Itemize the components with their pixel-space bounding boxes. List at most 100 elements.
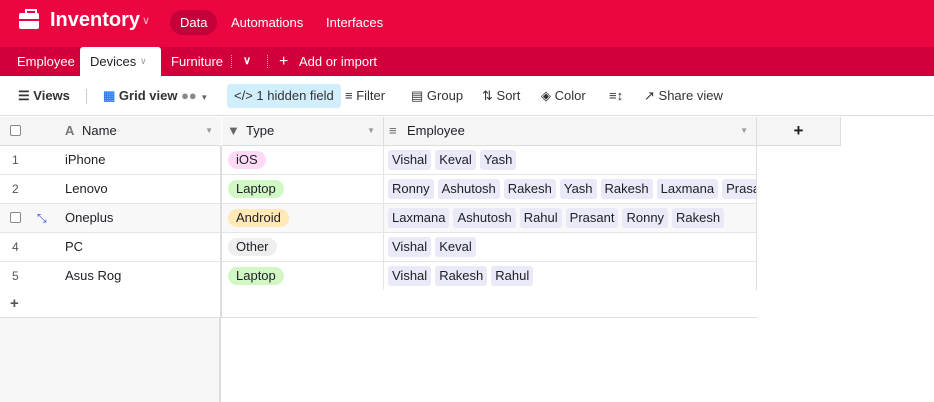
sort-label: Sort (496, 88, 521, 103)
employee-cell[interactable]: Laxmana Ashutosh Rahul Prasant Ronny Rakesh (388, 204, 756, 232)
employee-chip[interactable]: Ronny (388, 179, 434, 199)
employee-cell[interactable]: Vishal Keval Yash (388, 146, 756, 174)
table-row[interactable]: ⤡ Oneplus Android Laxmana Ashutosh Rahul Pra… (0, 204, 757, 233)
type-cell[interactable]: Laptop (228, 175, 383, 203)
type-pill: Laptop (228, 180, 284, 198)
hidden-fields-label: 1 hidden field (256, 88, 334, 103)
employee-chip[interactable]: Rahul (491, 266, 534, 286)
app-header: Inventory ∨ Data Automations Interfaces (0, 0, 934, 47)
divider (220, 204, 222, 233)
divider (383, 175, 384, 204)
employee-chip[interactable]: Keval (435, 150, 476, 170)
grid-view-button[interactable]: ▦ Grid view ●● ▼ (103, 84, 208, 108)
type-cell[interactable]: Android (228, 204, 383, 232)
filter-button[interactable]: ≡ Filter (345, 84, 385, 108)
nav-interfaces[interactable]: Interfaces (316, 10, 393, 35)
divider (220, 233, 222, 262)
header-employee[interactable]: ≡ Employee ▼ (384, 117, 757, 146)
employee-chip[interactable]: Rakesh (435, 266, 488, 286)
employee-chip[interactable]: Keval (435, 237, 476, 257)
divider (231, 55, 232, 68)
grid-icon: ▦ (103, 88, 116, 103)
employee-chip[interactable]: Rakesh (503, 179, 556, 199)
row-height-icon[interactable]: ≡↕ (609, 84, 623, 108)
expand-record-icon[interactable]: ⤡ (37, 204, 47, 232)
tab-furniture[interactable]: Furniture (171, 47, 223, 76)
table-row[interactable]: 5 Asus Rog Laptop Vishal Rakesh Rahul (0, 262, 757, 291)
group-button[interactable]: ▤ Group (411, 84, 463, 108)
column-label: Name (82, 123, 117, 138)
row-checkbox[interactable] (10, 212, 21, 223)
plus-icon[interactable]: + (279, 47, 288, 76)
employee-chip[interactable]: Laxmana (656, 179, 719, 199)
more-tables-chevron-icon[interactable]: ∨ (243, 47, 251, 76)
employee-chip[interactable]: Laxmana (388, 208, 450, 228)
tab-label: Devices (90, 54, 137, 69)
color-label: Color (554, 88, 586, 103)
employee-chip[interactable]: Vishal (388, 237, 432, 257)
name-cell[interactable]: PC (65, 233, 83, 261)
divider (383, 262, 384, 291)
employee-cell[interactable]: Ronny Ashutosh Rakesh Yash Rakesh Laxmana Pras… (388, 175, 756, 203)
add-field-button[interactable]: + (757, 117, 841, 146)
add-or-import-button[interactable]: Add or import (299, 47, 377, 76)
employee-chip[interactable]: Prasant (722, 179, 756, 199)
table-row[interactable]: 1 iPhone iOS Vishal Keval Yash (0, 146, 757, 175)
employee-chip[interactable]: Yash (559, 179, 597, 199)
employee-chip[interactable]: Ashutosh (453, 208, 516, 228)
name-cell[interactable]: iPhone (65, 146, 105, 174)
add-row[interactable]: + (0, 290, 757, 318)
name-cell[interactable]: Asus Rog (65, 262, 121, 290)
name-cell[interactable]: Oneplus (65, 204, 113, 232)
views-button[interactable]: ☰ Views (18, 84, 70, 108)
employee-chip[interactable]: Vishal (388, 150, 432, 170)
chevron-down-icon[interactable]: ∨ (142, 14, 150, 27)
caret-down-icon[interactable]: ▼ (367, 117, 375, 145)
nav-data[interactable]: Data (170, 10, 218, 35)
caret-down-icon[interactable]: ▼ (205, 117, 213, 145)
select-all-checkbox[interactable] (10, 125, 21, 136)
row-number: 2 (12, 182, 19, 196)
employee-cell[interactable]: Vishal Keval (388, 233, 756, 261)
employee-chip[interactable]: Rahul (519, 208, 562, 228)
type-pill: Android (228, 209, 289, 227)
chevron-down-icon[interactable]: ∨ (140, 47, 147, 76)
base-title[interactable]: Inventory (50, 9, 140, 32)
tab-employee[interactable]: Employee (17, 47, 75, 76)
users-icon: ●● (181, 88, 197, 103)
header-name[interactable]: A Name ▼ (0, 117, 221, 146)
type-cell[interactable]: iOS (228, 146, 383, 174)
row-number: 1 (12, 153, 19, 167)
caret-down-icon[interactable]: ▼ (740, 117, 748, 145)
employee-chip[interactable]: Rakesh (672, 208, 725, 228)
divider (383, 233, 384, 262)
name-cell[interactable]: Lenovo (65, 175, 108, 203)
type-cell[interactable]: Laptop (228, 262, 383, 290)
divider (220, 146, 222, 175)
hidden-fields-button[interactable]: </> 1 hidden field (227, 84, 341, 108)
tab-devices[interactable]: Devices ∨ (80, 47, 161, 76)
employee-chip[interactable]: Prasant (565, 208, 619, 228)
table-row[interactable]: 4 PC Other Vishal Keval (0, 233, 757, 262)
filter-icon: ≡ (345, 88, 353, 103)
nav-automations[interactable]: Automations (221, 10, 313, 35)
views-label: Views (33, 88, 70, 103)
filter-label: Filter (356, 88, 386, 103)
employee-chip[interactable]: Rakesh (600, 179, 653, 199)
employee-chip[interactable]: Vishal (388, 266, 432, 286)
add-row-button[interactable]: + (10, 290, 19, 318)
employee-chip[interactable]: Ashutosh (437, 179, 500, 199)
employee-chip[interactable]: Ronny (622, 208, 669, 228)
sort-button[interactable]: ⇅ Sort (482, 84, 520, 108)
menu-icon: ☰ (18, 88, 30, 103)
color-button[interactable]: ◈ Color (541, 84, 586, 108)
table-tabs: Employee Devices ∨ Furniture ∨ + Add or i… (0, 47, 934, 76)
header-type[interactable]: ▼ Type ▼ (222, 117, 384, 146)
divider (383, 204, 384, 233)
type-cell[interactable]: Other (228, 233, 383, 261)
employee-chip[interactable]: Yash (479, 150, 517, 170)
group-label: Group (426, 88, 464, 103)
employee-cell[interactable]: Vishal Rakesh Rahul (388, 262, 756, 290)
table-row[interactable]: 2 Lenovo Laptop Ronny Ashutosh Rakesh Yash Ra… (0, 175, 757, 204)
share-view-button[interactable]: ↗ Share view (644, 84, 723, 108)
